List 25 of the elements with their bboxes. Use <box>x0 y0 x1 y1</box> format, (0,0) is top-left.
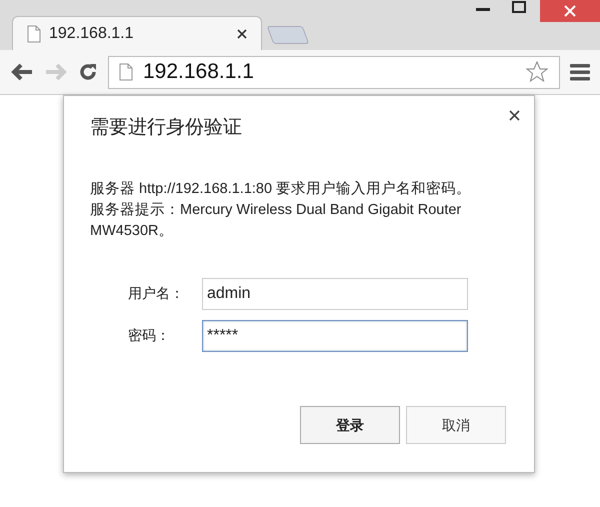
field-label: 用户名： <box>128 284 185 303</box>
browser-tab[interactable]: 192.168.1.1 <box>12 16 262 50</box>
field-label: 密码： <box>128 326 171 345</box>
input-field[interactable]: ***** <box>202 320 468 352</box>
close-window-button[interactable] <box>540 0 600 22</box>
dialog-title: 需要进行身份验证 <box>90 116 243 140</box>
close-icon[interactable] <box>237 28 247 38</box>
tab-title: 192.168.1.1 <box>49 24 135 44</box>
reload-icon[interactable] <box>78 62 98 82</box>
input-field[interactable]: admin <box>202 278 468 310</box>
page-icon <box>119 63 133 81</box>
star-icon[interactable] <box>525 60 549 84</box>
dialog-message: 服务器 http://192.168.1.1:80 要求用户输入用户名和密码。 <box>90 180 472 198</box>
dialog-button[interactable]: 登录 <box>300 406 400 444</box>
page-icon <box>27 24 41 42</box>
dialog-message: 服务器提示：Mercury Wireless Dual Band Gigabit Router MW4530R。 <box>90 200 462 240</box>
address-text: 192.168.1.1 <box>143 59 255 86</box>
address-bar[interactable]: 192.168.1.1 <box>108 56 560 88</box>
minimize-icon[interactable] <box>476 8 490 12</box>
back-icon[interactable] <box>10 63 34 81</box>
menu-icon[interactable] <box>570 63 590 81</box>
close-icon <box>564 5 576 17</box>
close-icon[interactable] <box>509 110 520 121</box>
dialog-button[interactable]: 取消 <box>406 406 506 444</box>
maximize-icon[interactable] <box>512 1 526 13</box>
